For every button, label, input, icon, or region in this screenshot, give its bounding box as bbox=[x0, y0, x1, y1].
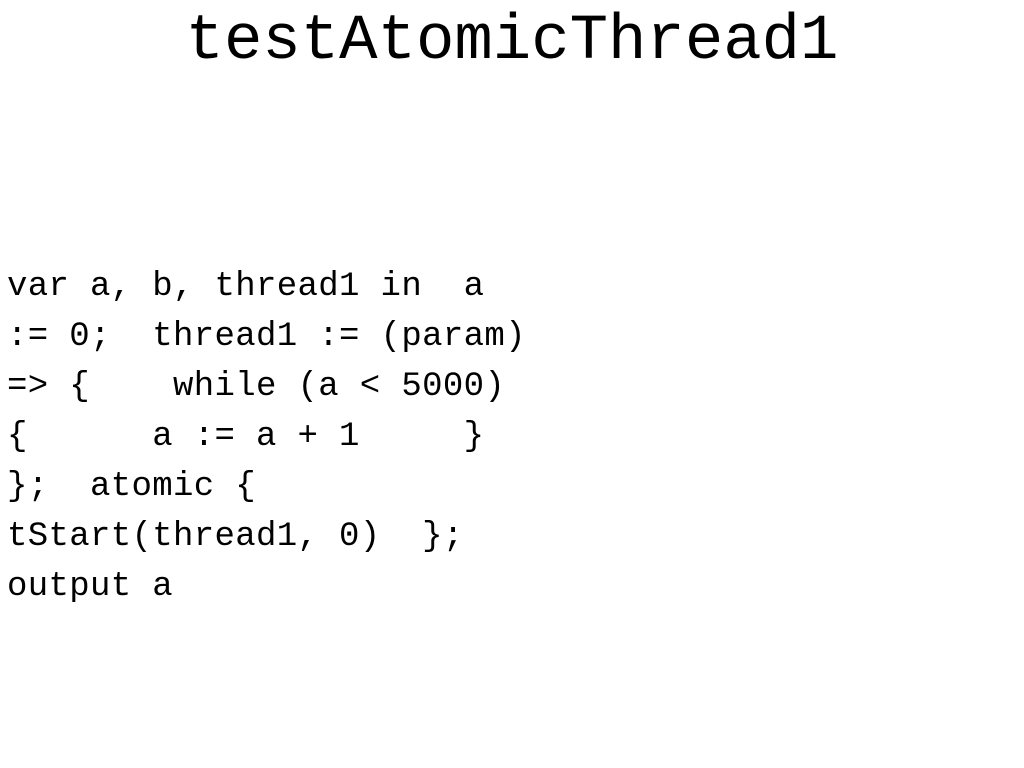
code-block: var a, b, thread1 in a := 0; thread1 := … bbox=[7, 262, 1007, 612]
presentation-slide: testAtomicThread1 var a, b, thread1 in a… bbox=[0, 0, 1024, 768]
code-line: := 0; thread1 := (param) bbox=[7, 318, 526, 356]
page-title: testAtomicThread1 bbox=[185, 6, 839, 78]
code-line: => { while (a < 5000) bbox=[7, 368, 506, 406]
code-line: output a bbox=[7, 568, 174, 606]
code-line: tStart(thread1, 0) }; bbox=[7, 518, 464, 556]
code-line: { a := a + 1 } bbox=[7, 418, 485, 456]
code-line: var a, b, thread1 in a bbox=[7, 268, 485, 306]
code-line: }; atomic { bbox=[7, 468, 257, 506]
